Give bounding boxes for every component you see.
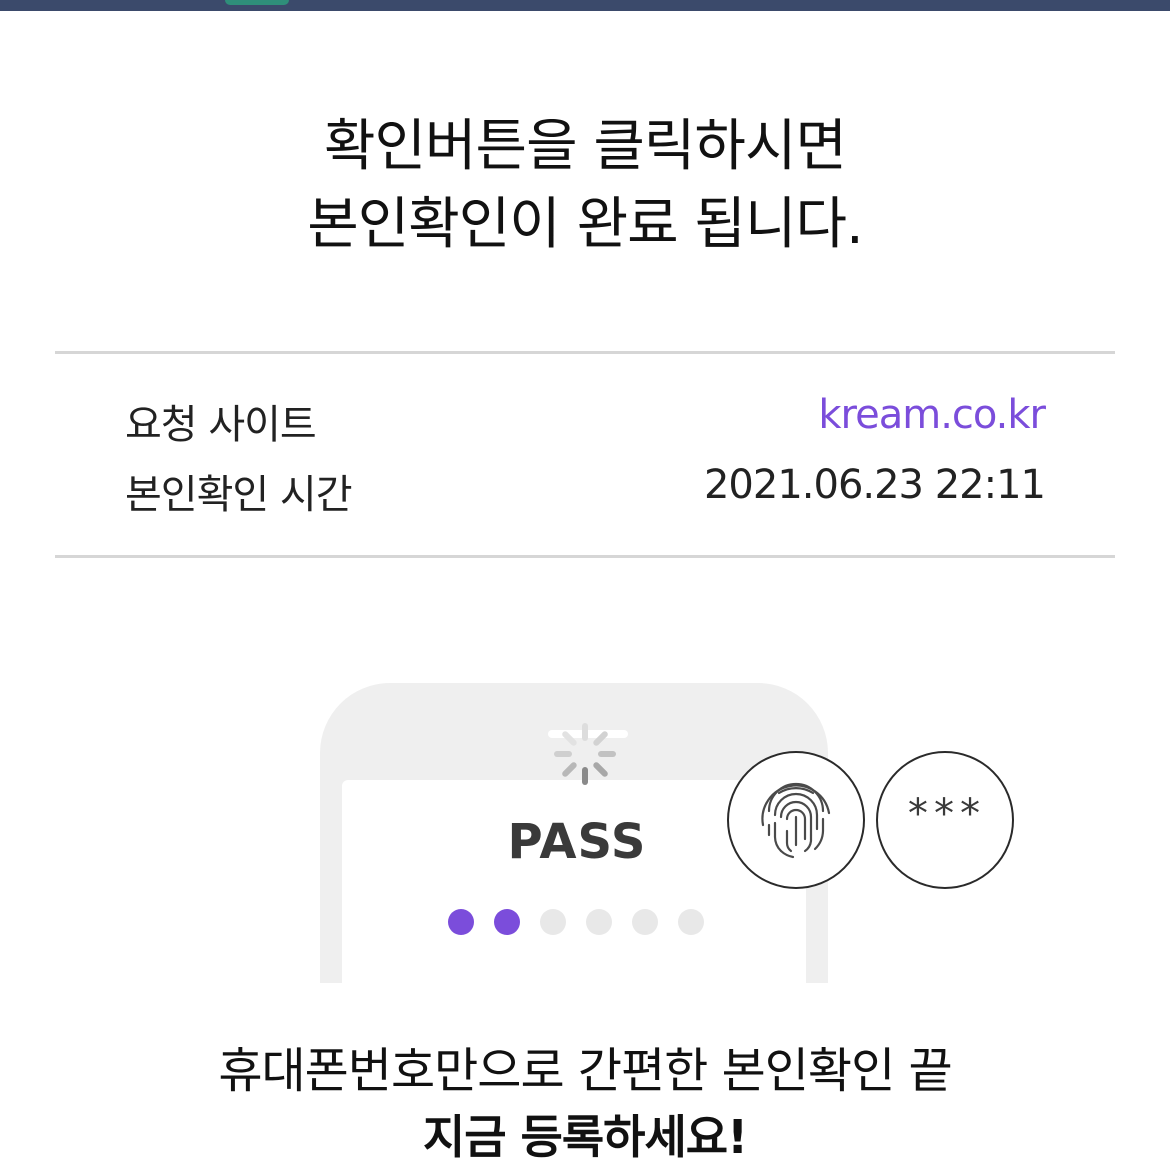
divider-bottom [55, 555, 1115, 558]
confirmation-heading: 확인버튼을 클릭하시면 본인확인이 완료 됩니다. [0, 108, 1170, 264]
pin-dot-filled [448, 909, 474, 935]
time-label: 본인확인 시간 [125, 472, 353, 518]
promo-line-2[interactable]: 지금 등록하세요! [0, 1104, 1170, 1170]
fingerprint-option [727, 751, 865, 889]
pin-dot-empty [632, 909, 658, 935]
info-row-time: 본인확인 시간 2021.06.23 22:11 [125, 462, 1046, 518]
info-row-site: 요청 사이트 kream.co.kr [125, 392, 1046, 448]
divider-top [55, 351, 1115, 354]
pin-dot-empty [540, 909, 566, 935]
fingerprint-icon [761, 782, 831, 859]
top-bar [0, 0, 1170, 11]
pin-dot-empty [586, 909, 612, 935]
site-link[interactable]: kream.co.kr [818, 392, 1046, 438]
pin-dot-empty [678, 909, 704, 935]
heading-line-2: 본인확인이 완료 됩니다. [307, 192, 864, 257]
time-value: 2021.06.23 22:11 [703, 462, 1046, 508]
heading-line-1: 확인버튼을 클릭하시면 [323, 114, 847, 179]
password-mask: *** [905, 791, 985, 837]
promo-line-1: 휴대폰번호만으로 간편한 본인확인 끝 [218, 1043, 952, 1099]
top-bar-decoration [225, 0, 289, 5]
pin-dot-filled [494, 909, 520, 935]
promo-text: 휴대폰번호만으로 간편한 본인확인 끝 지금 등록하세요! [0, 1038, 1170, 1170]
loading-spinner-icon [553, 722, 617, 786]
password-option: *** [876, 751, 1014, 889]
site-label: 요청 사이트 [125, 402, 317, 448]
